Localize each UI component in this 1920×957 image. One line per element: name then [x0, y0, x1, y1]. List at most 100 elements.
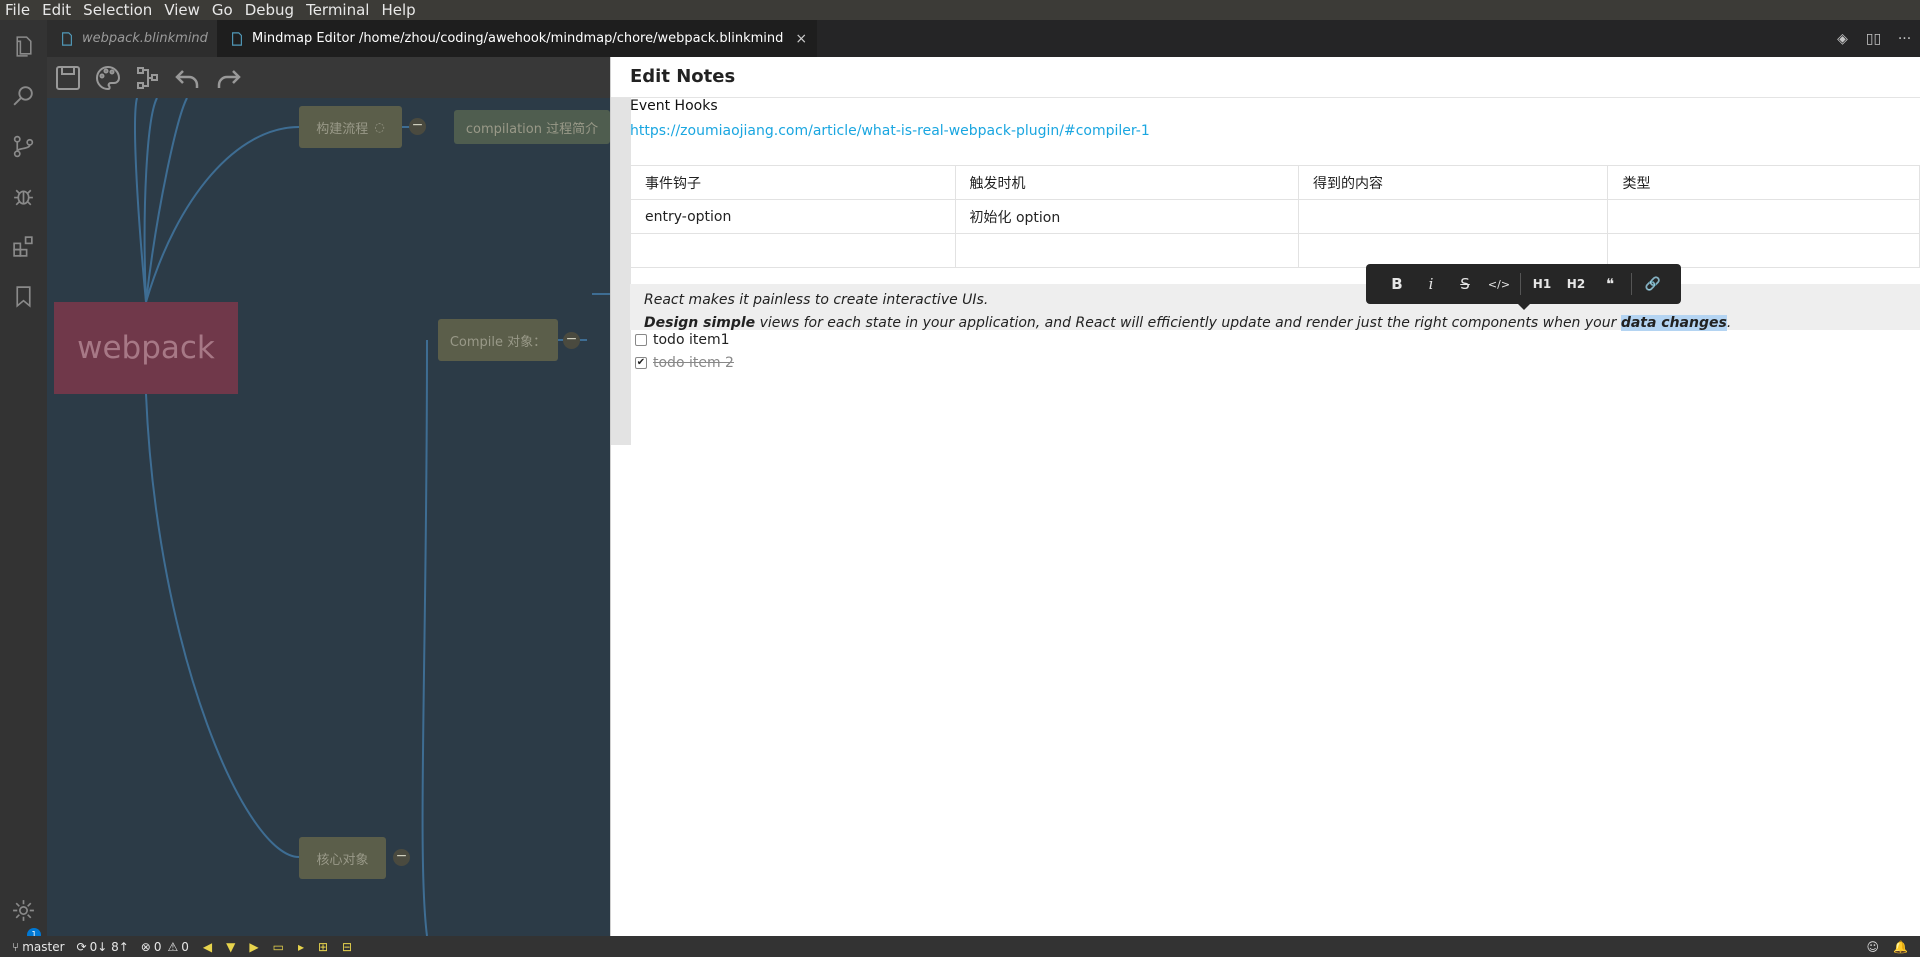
add-node-icon[interactable]: ⊞	[318, 940, 328, 954]
arrow-right-icon[interactable]: ▶	[249, 940, 258, 954]
format-toolbar: B i S </> H1 H2 ❝ 🔗	[1366, 264, 1681, 304]
menu-edit[interactable]: Edit	[36, 0, 77, 20]
branch-indicator[interactable]: ⑂ master	[12, 940, 65, 954]
todo-item: ✔ todo item 2	[635, 355, 734, 371]
topic-node[interactable]: 构建流程 ◌	[299, 106, 402, 148]
strikethrough-button[interactable]: S	[1448, 275, 1482, 293]
heading1-button[interactable]: H1	[1525, 277, 1559, 291]
bell-icon[interactable]: 🔔	[1893, 940, 1908, 954]
menu-view[interactable]: View	[158, 0, 206, 20]
tab-label: Mindmap Editor /home/zhou/coding/awehook…	[252, 31, 784, 46]
layout-icon[interactable]	[133, 63, 163, 93]
menu-go[interactable]: Go	[206, 0, 239, 20]
code-button[interactable]: </>	[1482, 278, 1516, 291]
table-header-cell[interactable]: 得到的内容	[1297, 165, 1609, 200]
notes-table: 事件钩子 触发时机 得到的内容 类型 entry-option 初始化 opti…	[630, 165, 1920, 268]
debug-icon[interactable]	[11, 184, 36, 209]
warning-icon: ⚠	[167, 939, 179, 954]
menu-selection[interactable]: Selection	[77, 0, 158, 20]
menu-bar: File Edit Selection View Go Debug Termin…	[0, 0, 1920, 20]
tab-mindmap-editor[interactable]: Mindmap Editor /home/zhou/coding/awehook…	[217, 20, 817, 57]
mindmap-canvas[interactable]: webpack 构建流程 ◌ − compilation 过程简介 Compil…	[47, 57, 610, 936]
status-right: ☺ 🔔	[1867, 936, 1908, 957]
bookmark-icon[interactable]	[11, 284, 36, 309]
branch-icon: ⑂	[12, 939, 20, 954]
feedback-icon[interactable]: ☺	[1867, 940, 1880, 954]
notes-link[interactable]: https://zoumiaojiang.com/article/what-is…	[630, 123, 1150, 139]
arrow-left-icon[interactable]: ◀	[203, 940, 212, 954]
close-icon[interactable]: ×	[795, 31, 807, 47]
todo-checkbox[interactable]	[635, 334, 647, 346]
quote-text: views for each state in your application…	[755, 315, 1621, 331]
quote-selection: data changes	[1620, 315, 1727, 331]
todo-label: todo item 2	[653, 355, 734, 371]
link-button[interactable]: 🔗	[1636, 277, 1670, 292]
table-cell[interactable]	[1607, 233, 1920, 268]
table-cell[interactable]	[954, 233, 1300, 268]
table-header-cell[interactable]: 触发时机	[954, 165, 1300, 200]
collapse-button[interactable]: −	[393, 849, 410, 866]
table-cell[interactable]	[1607, 199, 1920, 234]
todo-checkbox-checked[interactable]: ✔	[635, 357, 647, 369]
collapse-button[interactable]: −	[409, 118, 426, 135]
comment-icon: ◌	[374, 120, 385, 134]
quote-line-1: React makes it painless to create intera…	[644, 292, 989, 308]
palette-icon[interactable]	[93, 63, 123, 93]
warning-count: 0	[181, 939, 189, 954]
bold-button[interactable]: B	[1380, 275, 1414, 293]
sync-indicator[interactable]: ⟳ 0↓ 8↑	[77, 940, 129, 954]
heading2-button[interactable]: H2	[1559, 277, 1593, 291]
search-icon[interactable]	[11, 84, 36, 109]
problems-indicator[interactable]: ⊗ 0 ⚠ 0	[141, 940, 189, 954]
explorer-icon[interactable]	[11, 34, 36, 59]
notes-title: Edit Notes	[630, 66, 736, 87]
more-actions-icon[interactable]: ···	[1889, 31, 1920, 47]
table-cell[interactable]	[1297, 199, 1609, 234]
source-control-icon[interactable]	[11, 134, 36, 159]
file-icon	[62, 31, 72, 46]
folder-icon[interactable]: ▭	[273, 940, 284, 954]
table-cell[interactable]: entry-option	[630, 199, 956, 234]
table-header-row: 事件钩子 触发时机 得到的内容 类型	[630, 165, 1920, 200]
italic-button[interactable]: i	[1414, 275, 1448, 293]
table-cell[interactable]	[1297, 233, 1609, 268]
table-cell[interactable]	[630, 233, 956, 268]
sync-count: 0↓ 8↑	[89, 939, 129, 954]
quote-end: .	[1726, 315, 1732, 331]
file-icon	[232, 31, 242, 46]
menu-file[interactable]: File	[0, 0, 36, 20]
quote-button[interactable]: ❝	[1593, 275, 1627, 293]
mindmap-connectors	[134, 97, 610, 936]
undo-icon[interactable]	[173, 63, 203, 93]
table-cell[interactable]: 初始化 option	[954, 199, 1300, 234]
extensions-icon[interactable]	[11, 234, 36, 259]
gear-icon[interactable]	[11, 898, 36, 923]
save-icon[interactable]	[53, 63, 83, 93]
open-changes-icon[interactable]: ◈	[1827, 31, 1858, 47]
arrow-down-icon[interactable]: ▼	[226, 940, 235, 954]
blockquote[interactable]: React makes it painless to create intera…	[630, 284, 1920, 331]
topic-node[interactable]: Compile 对象：	[438, 319, 558, 361]
format-toolbar-arrow	[1517, 303, 1531, 310]
error-count: 0	[153, 939, 162, 954]
tab-label: webpack.blinkmind	[82, 31, 208, 46]
menu-debug[interactable]: Debug	[239, 0, 300, 20]
editor-actions: ◈ ▯▯ ···	[1827, 20, 1920, 57]
error-icon: ⊗	[140, 939, 151, 954]
table-row	[630, 233, 1920, 268]
menu-terminal[interactable]: Terminal	[300, 0, 375, 20]
menu-help[interactable]: Help	[375, 0, 421, 20]
table-header-cell[interactable]: 类型	[1607, 165, 1920, 200]
quote-bold: Design simple	[644, 315, 756, 331]
split-editor-icon[interactable]: ▯▯	[1858, 31, 1889, 47]
remove-node-icon[interactable]: ⊟	[342, 940, 352, 954]
play-icon[interactable]: ▸	[298, 940, 304, 954]
redo-icon[interactable]	[213, 63, 243, 93]
collapse-button[interactable]: −	[563, 332, 580, 349]
table-header-cell[interactable]: 事件钩子	[630, 165, 956, 200]
topic-node[interactable]: 核心对象	[299, 837, 386, 879]
topic-node[interactable]: compilation 过程简介	[454, 110, 610, 144]
root-node[interactable]: webpack	[54, 302, 238, 394]
tab-webpack-blinkmind[interactable]: webpack.blinkmind	[47, 20, 217, 57]
branch-name: master	[22, 939, 65, 954]
